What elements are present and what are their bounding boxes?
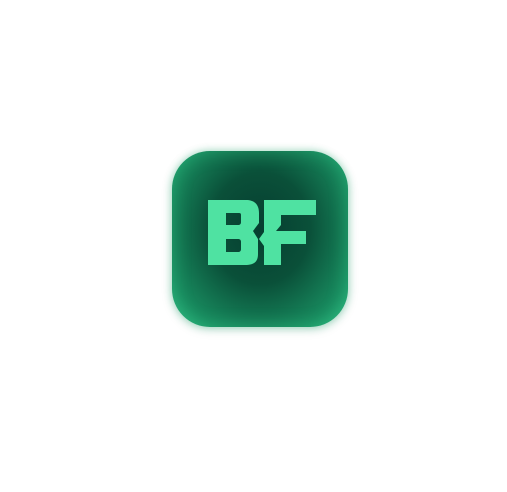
letter-f-mark <box>259 200 316 265</box>
bf-logo-svg <box>208 200 316 265</box>
bf-logo-icon <box>206 193 318 273</box>
logo-text: BF <box>172 151 173 152</box>
letter-b-mark <box>208 200 259 265</box>
app-icon[interactable]: BF <box>172 151 348 327</box>
canvas: BF <box>0 0 507 492</box>
